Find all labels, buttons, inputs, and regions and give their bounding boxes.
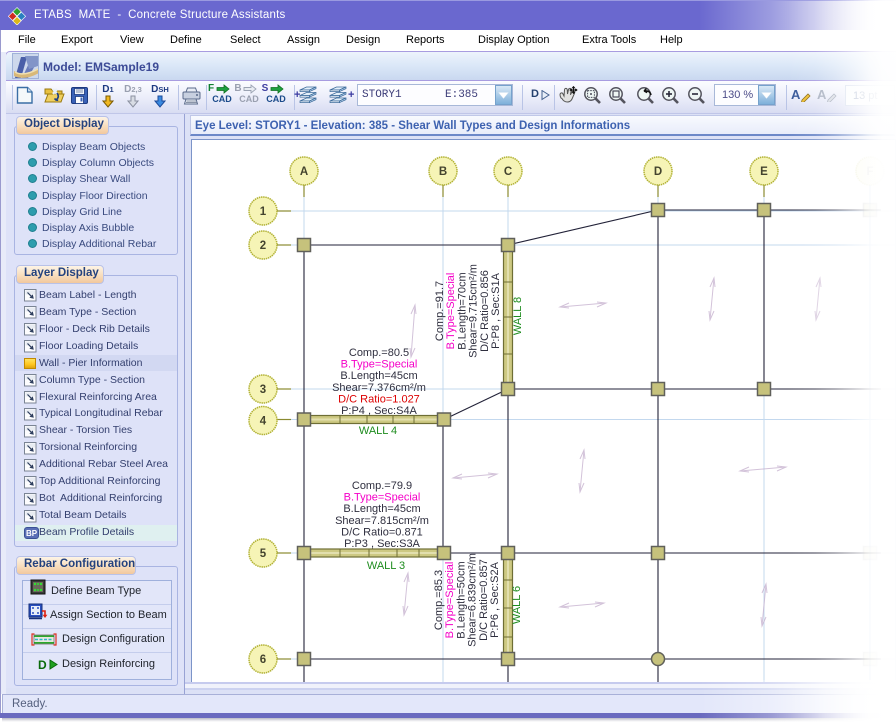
svg-text:A: A <box>300 166 308 178</box>
svg-text:B.Length=50cm: B.Length=50cm <box>455 561 467 638</box>
svg-text:4: 4 <box>260 416 267 428</box>
svg-text:5: 5 <box>260 548 267 560</box>
svg-text:B.Length=70cm: B.Length=70cm <box>456 272 468 349</box>
svg-text:P:P6 , Sec:S2A: P:P6 , Sec:S2A <box>489 561 501 637</box>
svg-text:B.Type=Special: B.Type=Special <box>444 562 456 639</box>
svg-text:D/C Ratio=1.027: D/C Ratio=1.027 <box>338 393 420 405</box>
svg-text:B.Length=45cm: B.Length=45cm <box>343 503 420 515</box>
svg-text:F: F <box>866 166 873 178</box>
svg-text:D/C Ratio=0.871: D/C Ratio=0.871 <box>341 526 423 538</box>
svg-text:WALL 6: WALL 6 <box>511 586 523 624</box>
svg-text:WALL 3: WALL 3 <box>367 560 405 572</box>
svg-text:WALL 4: WALL 4 <box>359 425 397 437</box>
svg-text:E: E <box>760 166 768 178</box>
svg-text:1: 1 <box>260 206 267 218</box>
svg-text:P:P4 , Sec:S4A: P:P4 , Sec:S4A <box>341 405 417 417</box>
svg-text:Comp.=79.9: Comp.=79.9 <box>352 480 412 492</box>
svg-text:P:P3 , Sec:S3A: P:P3 , Sec:S3A <box>344 538 420 550</box>
svg-text:B.Length=45cm: B.Length=45cm <box>340 370 417 382</box>
svg-text:6: 6 <box>260 654 266 666</box>
svg-text:Comp.=85.3: Comp.=85.3 <box>433 570 445 630</box>
svg-text:D: D <box>654 166 662 178</box>
svg-text:Shear=9.715cm²/m: Shear=9.715cm²/m <box>468 264 480 358</box>
svg-text:Shear=7.815cm²/m: Shear=7.815cm²/m <box>335 515 429 527</box>
svg-text:B: B <box>439 166 447 178</box>
svg-text:D/C Ratio=0.857: D/C Ratio=0.857 <box>478 559 490 641</box>
svg-text:Comp.=80.5: Comp.=80.5 <box>349 347 409 359</box>
svg-text:Shear=6.839cm²/m: Shear=6.839cm²/m <box>467 553 479 647</box>
svg-text:B.Type=Special: B.Type=Special <box>341 359 418 371</box>
svg-text:P:P8 , Sec:S1A: P:P8 , Sec:S1A <box>490 272 502 348</box>
svg-text:2: 2 <box>260 240 266 252</box>
svg-text:D/C Ratio=0.856: D/C Ratio=0.856 <box>479 270 491 352</box>
svg-text:WALL 8: WALL 8 <box>512 297 524 335</box>
svg-text:Shear=7.376cm²/m: Shear=7.376cm²/m <box>332 382 426 394</box>
svg-text:C: C <box>504 166 512 178</box>
svg-text:B.Type=Special: B.Type=Special <box>344 492 421 504</box>
svg-text:Comp.=91.7: Comp.=91.7 <box>434 281 446 341</box>
svg-text:3: 3 <box>260 384 266 396</box>
svg-text:B.Type=Special: B.Type=Special <box>445 273 457 350</box>
